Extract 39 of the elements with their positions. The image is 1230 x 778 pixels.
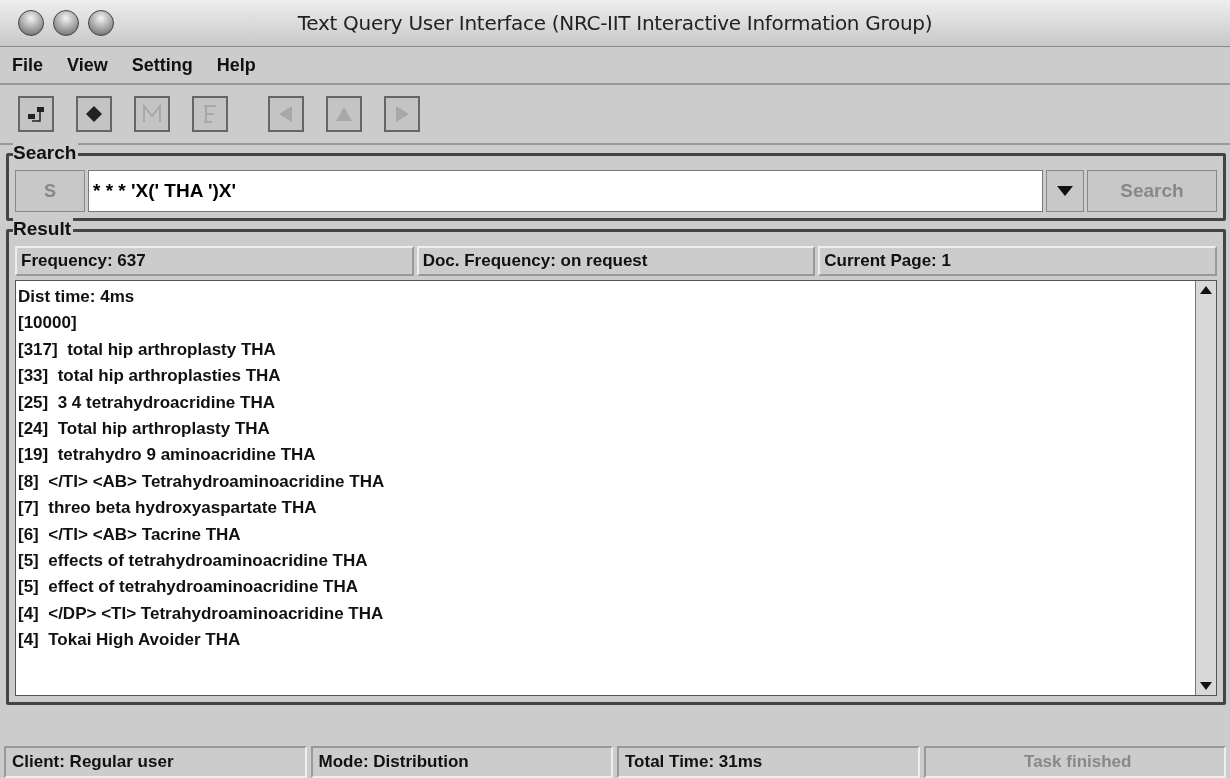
status-field: Client: Regular user xyxy=(4,746,307,778)
diamond-icon xyxy=(84,104,104,124)
result-line[interactable]: [24] Total hip arthroplasty THA xyxy=(18,418,1193,442)
menu-item[interactable]: Setting xyxy=(131,54,193,76)
result-line[interactable]: Dist time: 4ms xyxy=(18,287,1193,310)
result-line[interactable]: [5] effect of tetrahydroaminoacridine THA xyxy=(18,577,1193,600)
info-field: Doc. Frequency: on request xyxy=(416,246,816,276)
status-field: Mode: Distribution xyxy=(310,746,613,778)
caret-icon xyxy=(1057,186,1073,196)
toolbar-button[interactable] xyxy=(18,96,54,132)
result-line[interactable]: [6] </TI> <AB> Tacrine THA xyxy=(18,524,1193,547)
window-control[interactable] xyxy=(18,10,44,36)
result-line[interactable]: [33] total hip arthroplasties THA xyxy=(18,366,1193,389)
info-field: Current Page: 1 xyxy=(818,246,1217,276)
result-line[interactable]: [4] Tokai High Avoider THA xyxy=(18,630,1193,653)
result-line[interactable]: [4] </DP> <TI> Tetrahydroaminoacridine THA xyxy=(18,603,1193,627)
menu-item[interactable]: File xyxy=(12,54,43,76)
window-control[interactable] xyxy=(53,10,79,36)
result-line[interactable]: [7] threo beta hydroxyaspartate THA xyxy=(18,498,1193,521)
query-field[interactable]: * * * 'X(' THA ')X' xyxy=(88,170,1043,212)
info-field: Frequency: 637 xyxy=(15,246,414,276)
menu-item[interactable]: Help xyxy=(216,54,256,76)
result-line[interactable]: [317] total hip arthroplasty THA xyxy=(18,339,1193,363)
result-line[interactable]: [10000] xyxy=(18,313,1193,336)
result-line[interactable]: [8] </TI> <AB> Tetrahydroaminoacridine THA xyxy=(18,471,1193,495)
tree-icon xyxy=(26,104,46,124)
result-line[interactable]: [19] tetrahydro 9 aminoacridine THA xyxy=(18,445,1193,468)
window-control[interactable] xyxy=(88,10,114,36)
status-field: Total Time: 31ms xyxy=(617,746,920,778)
window-title: Text Query User Interface (NRC-IIT Interactive Information Group) xyxy=(297,11,933,35)
dropdown-button[interactable] xyxy=(1046,170,1084,212)
menu-item[interactable]: View xyxy=(67,54,108,76)
status-field: Task finished xyxy=(923,746,1226,778)
result-line[interactable]: [5] effects of tetrahydroaminoacridine THA xyxy=(18,550,1193,574)
m-icon xyxy=(141,103,163,125)
document-icon xyxy=(204,105,216,123)
result-line[interactable]: [25] 3 4 tetrahydroacridine THA xyxy=(18,392,1193,415)
scrollbar[interactable] xyxy=(1195,281,1216,695)
toolbar-button[interactable] xyxy=(76,96,112,132)
